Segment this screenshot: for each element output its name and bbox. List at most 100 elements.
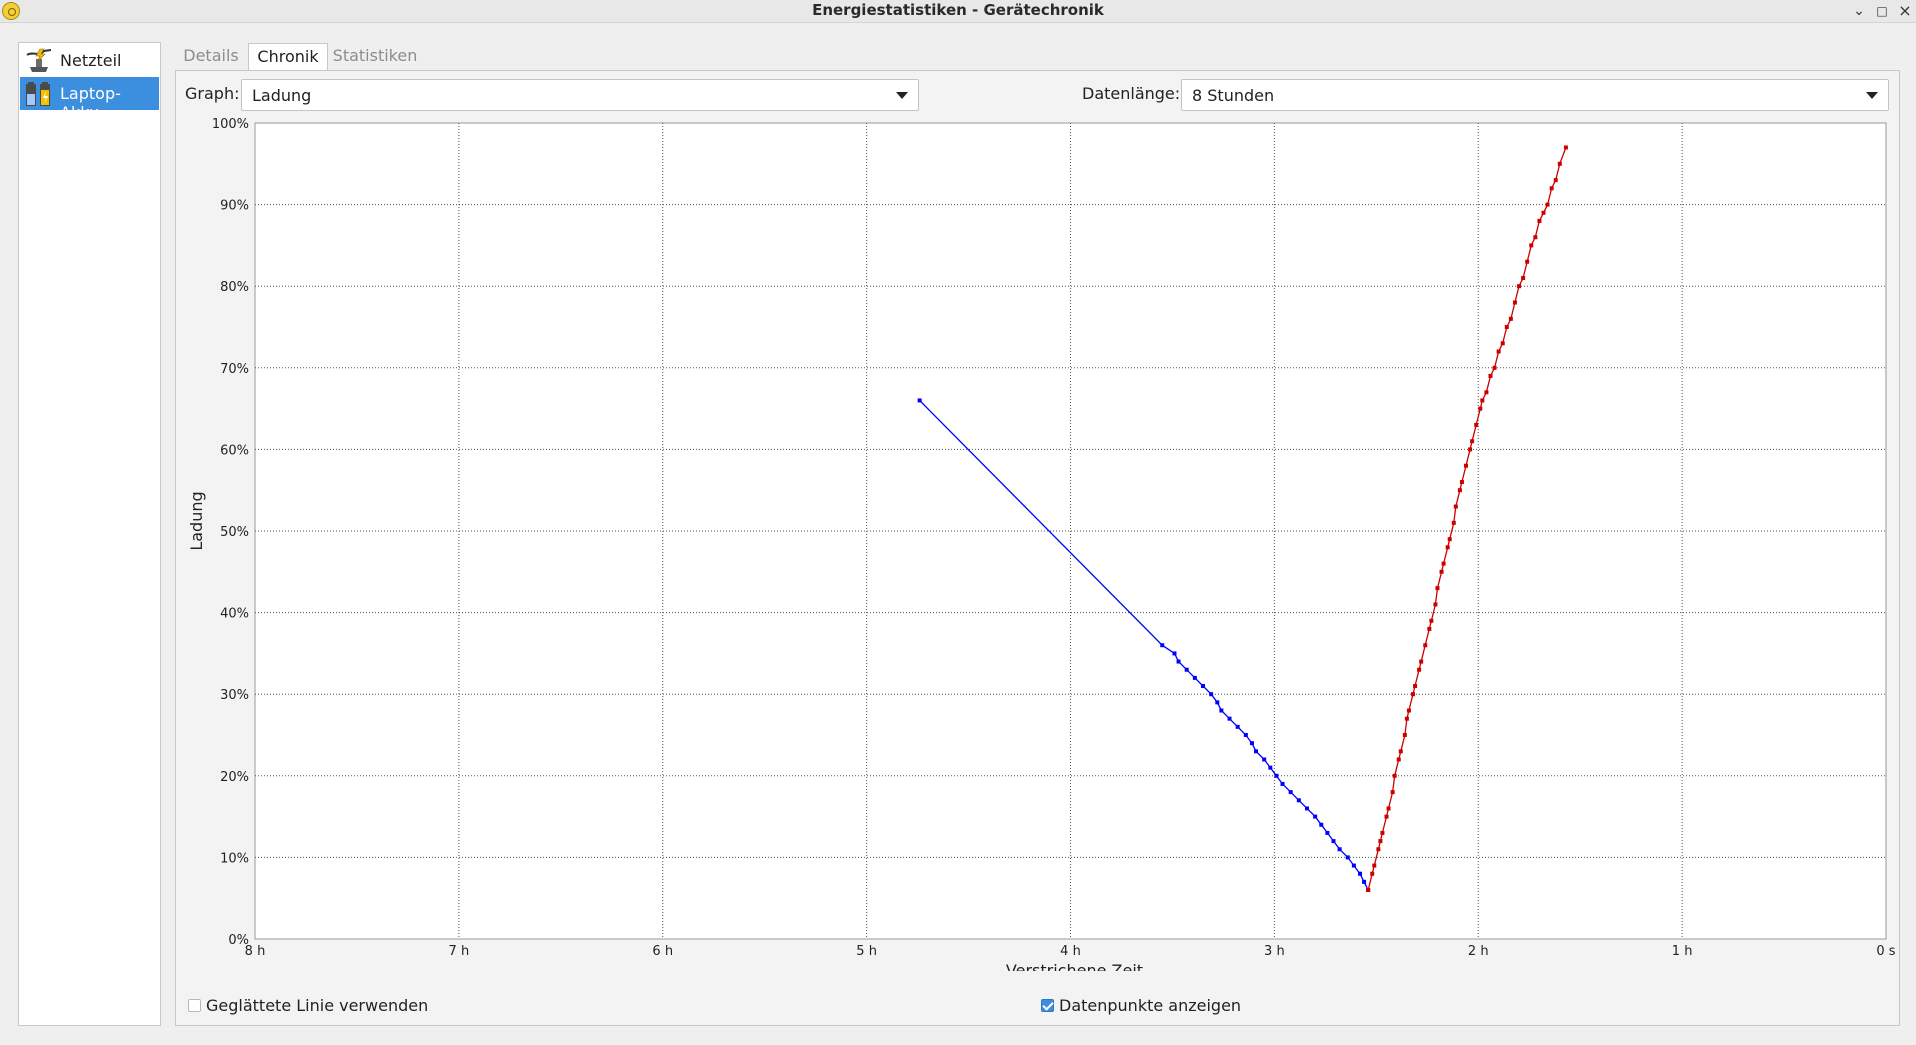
data-point — [1313, 814, 1318, 819]
data-point — [1331, 839, 1336, 844]
data-point — [1512, 300, 1517, 305]
tab-statistiken[interactable]: Statistiken — [330, 43, 420, 69]
device-item-netzteil[interactable]: Netzteil — [20, 44, 159, 77]
maximize-button[interactable]: □ — [1871, 0, 1893, 22]
data-point — [917, 398, 922, 403]
data-point — [1435, 586, 1440, 591]
data-point — [1219, 708, 1224, 713]
data-point — [1517, 284, 1522, 289]
charge-history-chart: 8 h7 h6 h5 h4 h3 h2 h1 h0 s0%10%20%30%40… — [187, 117, 1896, 971]
data-point — [1480, 398, 1485, 403]
minimize-button[interactable]: ⌄ — [1848, 0, 1870, 22]
x-tick-label: 0 s — [1876, 944, 1895, 959]
data-point — [1215, 700, 1220, 705]
data-point — [1433, 602, 1438, 607]
smooth-line-label: Geglättete Linie verwenden — [206, 996, 429, 1015]
data-point — [1176, 659, 1181, 664]
data-point — [1563, 145, 1568, 150]
data-point — [1386, 806, 1391, 811]
data-point — [1441, 561, 1446, 566]
x-axis-label: Verstrichene Zeit — [1006, 961, 1143, 971]
x-tick-label: 5 h — [856, 944, 877, 959]
show-datapoints-label: Datenpunkte anzeigen — [1059, 996, 1242, 1015]
data-point — [1172, 651, 1177, 656]
data-point — [1370, 871, 1375, 876]
data-point — [1402, 733, 1407, 737]
data-point — [1537, 218, 1542, 223]
window-title: Energiestatistiken - Gerätechronik — [812, 1, 1104, 19]
data-point — [1478, 406, 1483, 411]
y-tick-label: 60% — [220, 443, 249, 458]
data-point — [1492, 365, 1497, 370]
data-point — [1549, 186, 1554, 191]
data-point — [1445, 545, 1450, 550]
data-point — [1380, 830, 1385, 835]
device-list: Netzteil Laptop-Akku — [18, 42, 161, 1026]
data-point — [1351, 863, 1356, 868]
y-tick-label: 10% — [220, 851, 249, 866]
close-button[interactable]: × — [1894, 0, 1916, 22]
data-point — [1268, 765, 1273, 770]
data-point — [1280, 781, 1285, 786]
data-point — [1419, 659, 1424, 664]
data-point — [1474, 422, 1479, 427]
data-point — [1254, 749, 1259, 754]
data-point — [1345, 855, 1350, 860]
data-point — [1413, 684, 1418, 689]
x-tick-label: 2 h — [1468, 944, 1489, 959]
data-point — [1376, 847, 1381, 852]
smooth-line-checkbox[interactable] — [188, 999, 201, 1012]
data-point — [1184, 667, 1189, 672]
data-point — [1429, 618, 1434, 623]
device-label: Netzteil — [60, 51, 122, 70]
data-point — [1249, 741, 1254, 746]
show-datapoints-checkbox[interactable] — [1041, 999, 1054, 1012]
data-point — [1427, 626, 1432, 631]
x-tick-label: 7 h — [449, 944, 470, 959]
data-point — [1358, 871, 1363, 876]
data-point — [1372, 863, 1377, 868]
data-point — [1521, 276, 1526, 281]
data-point — [1457, 488, 1462, 493]
data-point — [1396, 757, 1401, 762]
title-bar: Energiestatistiken - Gerätechronik ⌄ □ × — [0, 0, 1916, 23]
data-point — [1384, 814, 1389, 819]
x-tick-label: 6 h — [652, 944, 673, 959]
history-panel: Graph: Ladung Datenlänge: 8 Stunden 8 h7… — [175, 70, 1900, 1026]
data-point — [1392, 773, 1397, 778]
data-point — [1227, 716, 1232, 721]
data-point — [1404, 716, 1409, 721]
x-tick-label: 1 h — [1672, 944, 1693, 959]
y-tick-label: 20% — [220, 770, 249, 785]
data-point — [1411, 692, 1416, 697]
data-point — [1553, 178, 1558, 183]
data-point — [1557, 161, 1562, 166]
data-point — [1451, 520, 1456, 525]
data-point — [1296, 798, 1301, 803]
y-tick-label: 70% — [220, 362, 249, 377]
data-point — [1398, 749, 1403, 754]
data-point — [1529, 243, 1534, 248]
data-point — [1337, 847, 1342, 852]
data-point — [1541, 210, 1546, 215]
data-point — [1464, 463, 1469, 468]
y-axis-label: Ladung — [187, 491, 206, 550]
tab-chronik[interactable]: Chronik — [248, 43, 328, 71]
data-point — [1484, 390, 1489, 395]
y-tick-label: 30% — [220, 688, 249, 703]
data-point — [1243, 733, 1248, 737]
data-point — [1201, 684, 1206, 689]
data-point — [1423, 643, 1428, 648]
data-point — [1504, 325, 1509, 329]
data-point — [1362, 879, 1367, 884]
x-tick-label: 4 h — [1060, 944, 1081, 959]
data-point — [1453, 504, 1458, 509]
data-point — [1468, 447, 1473, 452]
device-item-laptop-akku[interactable]: Laptop-Akku — [20, 77, 159, 122]
data-point — [1304, 806, 1309, 811]
y-tick-label: 90% — [220, 199, 249, 214]
y-tick-label: 40% — [220, 607, 249, 622]
data-point — [1500, 341, 1505, 346]
tab-details[interactable]: Details — [175, 43, 247, 69]
data-point — [1488, 373, 1493, 378]
